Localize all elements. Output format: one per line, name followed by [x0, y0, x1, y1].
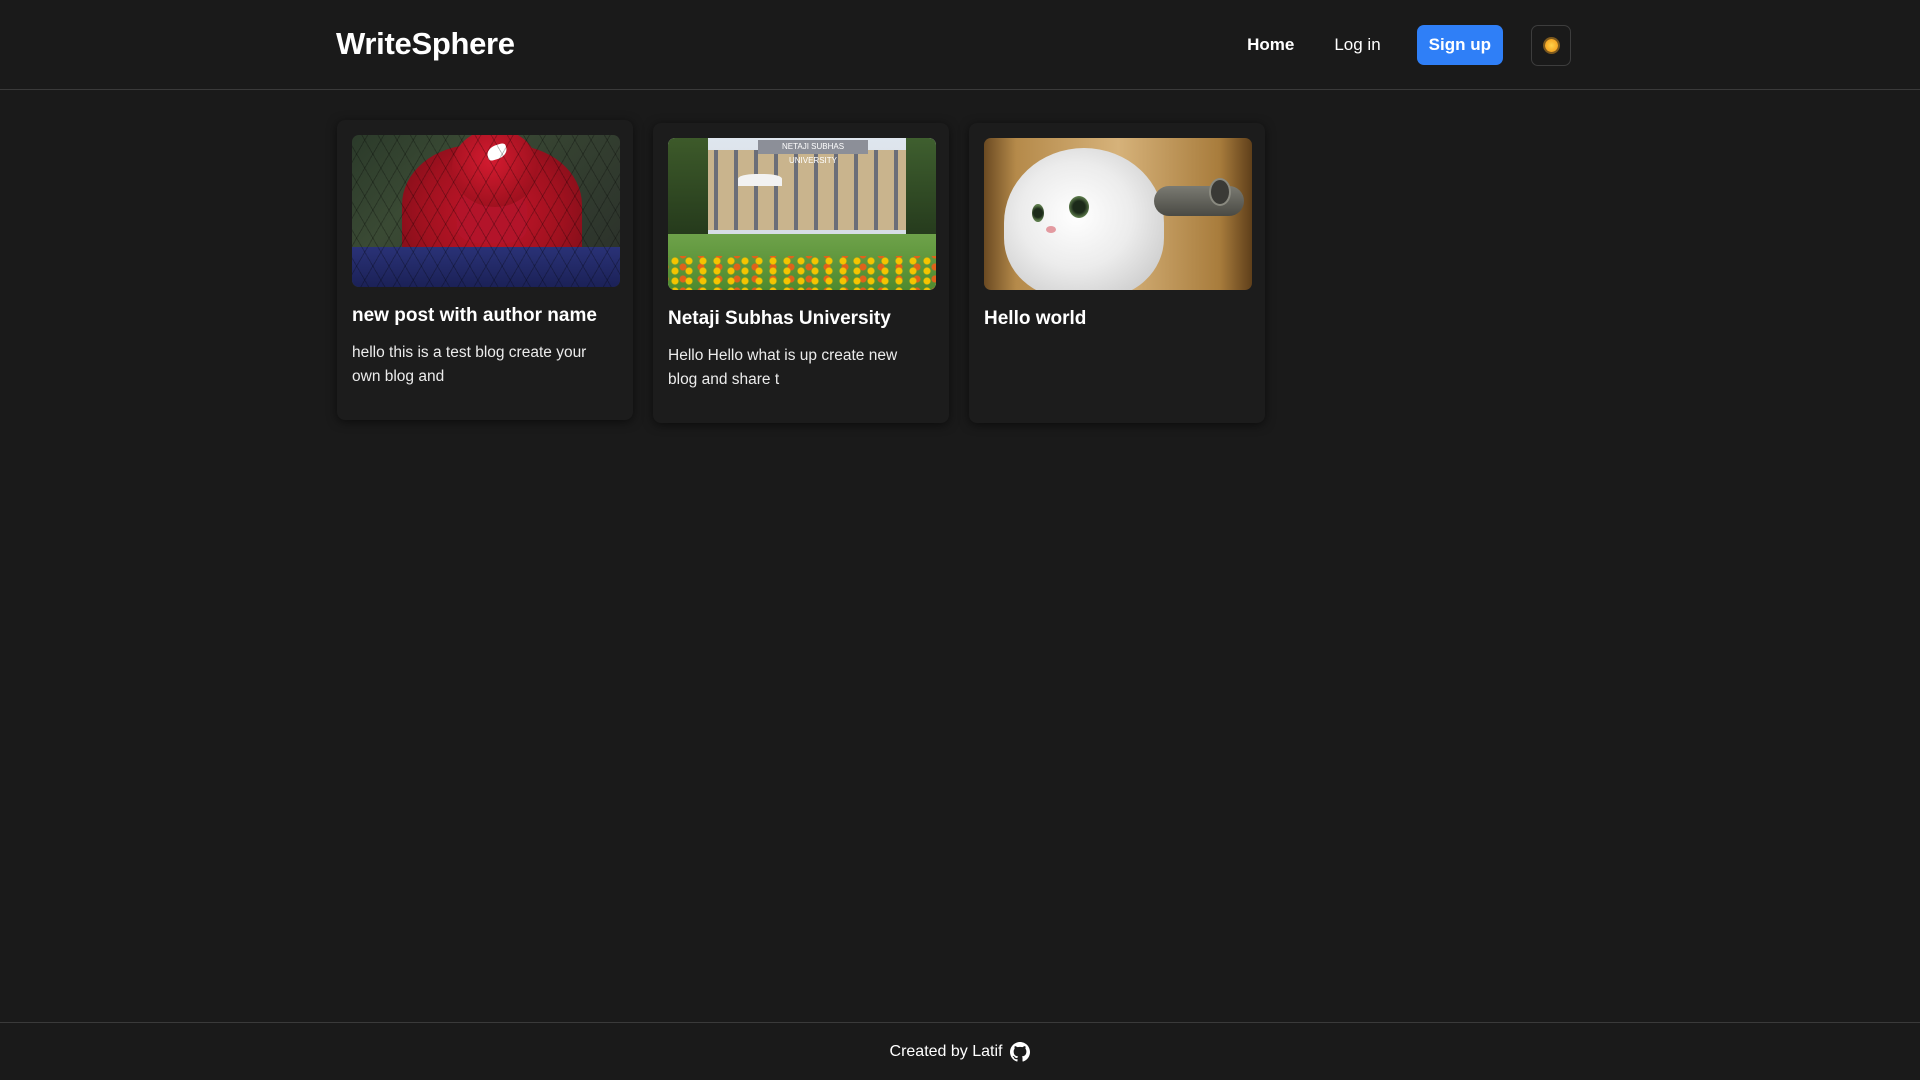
cat-image: [984, 138, 1252, 290]
post-card[interactable]: Hello world: [969, 123, 1265, 423]
nav-links: Home Log in Sign up: [1247, 24, 1571, 66]
sun-icon: [1544, 38, 1558, 52]
signup-button[interactable]: Sign up: [1416, 25, 1503, 65]
post-card[interactable]: NETAJI SUBHAS UNIVERSITY Netaji Subhas U…: [653, 123, 949, 423]
brand-logo[interactable]: WriteSphere: [336, 26, 515, 62]
university-banner-text: NETAJI SUBHAS UNIVERSITY: [758, 140, 868, 165]
nav-home-link[interactable]: Home: [1247, 35, 1294, 55]
navbar: WriteSphere Home Log in Sign up: [0, 0, 1920, 90]
github-icon[interactable]: [1010, 1042, 1031, 1062]
post-card[interactable]: new post with author name hello this is …: [337, 120, 633, 420]
footer: Created by Latif: [0, 1022, 1920, 1080]
post-title[interactable]: Netaji Subhas University: [668, 308, 891, 330]
university-image: NETAJI SUBHAS UNIVERSITY: [668, 138, 936, 290]
post-title[interactable]: Hello world: [984, 308, 1086, 330]
post-excerpt: Hello Hello what is up create new blog a…: [668, 347, 898, 388]
spider-man-image: [352, 135, 620, 287]
nav-login-link[interactable]: Log in: [1334, 35, 1380, 55]
post-title[interactable]: new post with author name: [352, 305, 597, 327]
post-excerpt: hello this is a test blog create your ow…: [352, 344, 587, 385]
footer-credit: Created by Latif: [889, 1042, 1003, 1060]
theme-toggle-button[interactable]: [1531, 24, 1571, 66]
